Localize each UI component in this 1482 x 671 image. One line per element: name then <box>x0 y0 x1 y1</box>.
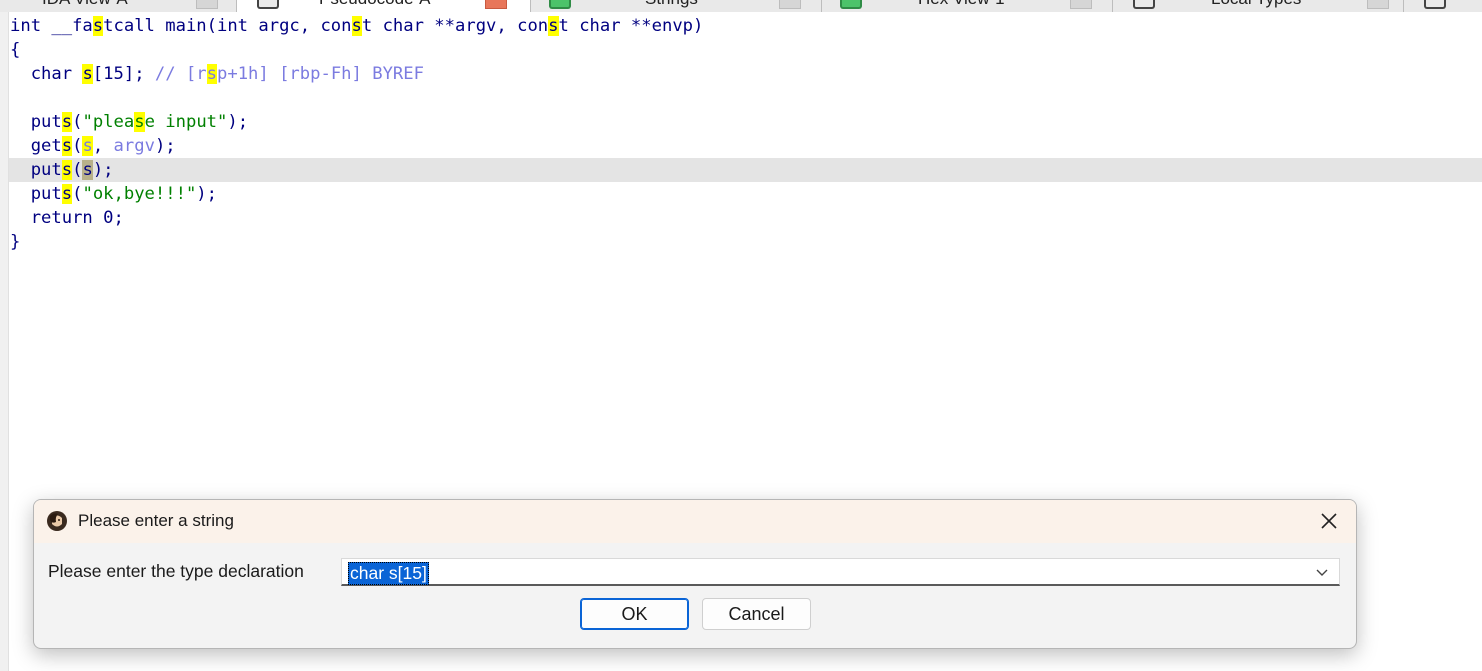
code-text: ); <box>196 184 217 204</box>
code-line-8[interactable]: puts("ok,bye!!!"); <box>10 182 217 206</box>
code-text: tcall main(int argc, con <box>103 16 352 36</box>
ida-icon <box>47 511 67 531</box>
cancel-button[interactable]: Cancel <box>702 598 811 630</box>
highlight-match: s <box>61 160 73 180</box>
tab-label: Pseudocode-A <box>319 0 431 9</box>
tab-local-types[interactable]: Local Types <box>1113 0 1403 12</box>
code-text: ); <box>227 112 249 132</box>
code-line-10[interactable]: } <box>10 230 20 254</box>
type-declaration-combobox[interactable]: char s[15] <box>341 558 1340 586</box>
tab-menu-icon[interactable] <box>1424 0 1446 9</box>
code-text: ( <box>72 184 83 204</box>
code-text: ( <box>72 112 83 132</box>
chevron-down-icon[interactable] <box>1315 567 1329 577</box>
highlight-match: s <box>61 112 73 132</box>
highlight-match: s <box>206 64 217 84</box>
local-types-icon <box>1133 0 1155 9</box>
code-line-3[interactable]: char s[15]; // [rsp+1h] [rbp-Fh] BYREF <box>10 62 424 86</box>
hex-view-icon <box>840 0 862 9</box>
code-text: t char **argv, con <box>361 16 549 36</box>
cursor-token: s <box>82 160 93 180</box>
code-variable: argv <box>113 136 155 156</box>
highlight-match: s <box>548 16 559 36</box>
code-text: int __fa <box>10 16 93 36</box>
code-string: "plea <box>82 112 135 132</box>
code-text: ); <box>92 160 114 180</box>
type-declaration-label: Please enter the type declaration <box>48 561 304 581</box>
highlight-match: s <box>61 136 73 156</box>
pseudocode-icon <box>257 0 279 9</box>
highlight-match: s <box>351 16 362 36</box>
code-comment: // [r <box>154 64 207 84</box>
dialog-title-bar[interactable]: Please enter a string <box>34 500 1356 543</box>
code-text: put <box>10 112 62 132</box>
code-text: char <box>10 64 83 84</box>
code-comment: p+1h] [rbp-Fh] BYREF <box>217 64 424 84</box>
code-text: ); <box>154 136 176 156</box>
highlight-match: s <box>61 184 73 204</box>
code-gutter <box>0 12 9 671</box>
code-text: put <box>10 184 62 204</box>
type-declaration-input-value[interactable]: char s[15] <box>348 562 429 585</box>
code-text: put <box>10 160 62 180</box>
dialog-title: Please enter a string <box>78 511 234 530</box>
code-line-1[interactable]: int __fastcall main(int argc, const char… <box>10 14 703 38</box>
close-icon[interactable] <box>1316 508 1342 534</box>
strings-icon <box>549 0 571 9</box>
tab-label: IDA View-A <box>42 0 128 9</box>
code-string: e input" <box>144 112 228 132</box>
code-text: ( <box>72 136 83 156</box>
highlight-match: s <box>82 64 93 84</box>
close-icon[interactable] <box>1070 0 1092 9</box>
tab-ida-view-a[interactable]: IDA View-A <box>0 0 236 12</box>
tab-label: Local Types <box>1211 0 1301 9</box>
tab-hex-view-1[interactable]: Hex View-1 <box>822 0 1112 12</box>
code-text: [15]; <box>92 64 155 84</box>
tab-strings[interactable]: Strings <box>531 0 821 12</box>
current-line-highlight <box>9 158 1482 182</box>
tab-label: Strings <box>645 0 698 9</box>
code-text: t char **envp) <box>558 16 704 36</box>
code-line-7[interactable]: puts(s); <box>10 158 114 182</box>
highlight-match: s <box>134 112 145 132</box>
close-icon[interactable] <box>779 0 801 9</box>
close-icon[interactable] <box>196 0 218 9</box>
tab-separator <box>1403 0 1404 12</box>
highlight-match: s <box>92 16 104 36</box>
code-text: ( <box>72 160 83 180</box>
highlight-match: s <box>82 136 93 156</box>
code-line-5[interactable]: puts("please input"); <box>10 110 248 134</box>
code-text: , <box>92 136 114 156</box>
code-line-6[interactable]: gets(s, argv); <box>10 134 176 158</box>
tab-label: Hex View-1 <box>918 0 1005 9</box>
code-line-2[interactable]: { <box>10 38 20 62</box>
close-icon[interactable] <box>1367 0 1389 9</box>
type-declaration-dialog: Please enter a string Please enter the t… <box>33 499 1357 649</box>
code-line-9[interactable]: return 0; <box>10 206 124 230</box>
tab-pseudocode-a[interactable]: Pseudocode-A <box>237 0 530 12</box>
close-icon[interactable] <box>485 0 507 9</box>
code-string: "ok,bye!!!" <box>82 184 197 204</box>
ok-button[interactable]: OK <box>580 598 689 630</box>
code-text: get <box>10 136 62 156</box>
